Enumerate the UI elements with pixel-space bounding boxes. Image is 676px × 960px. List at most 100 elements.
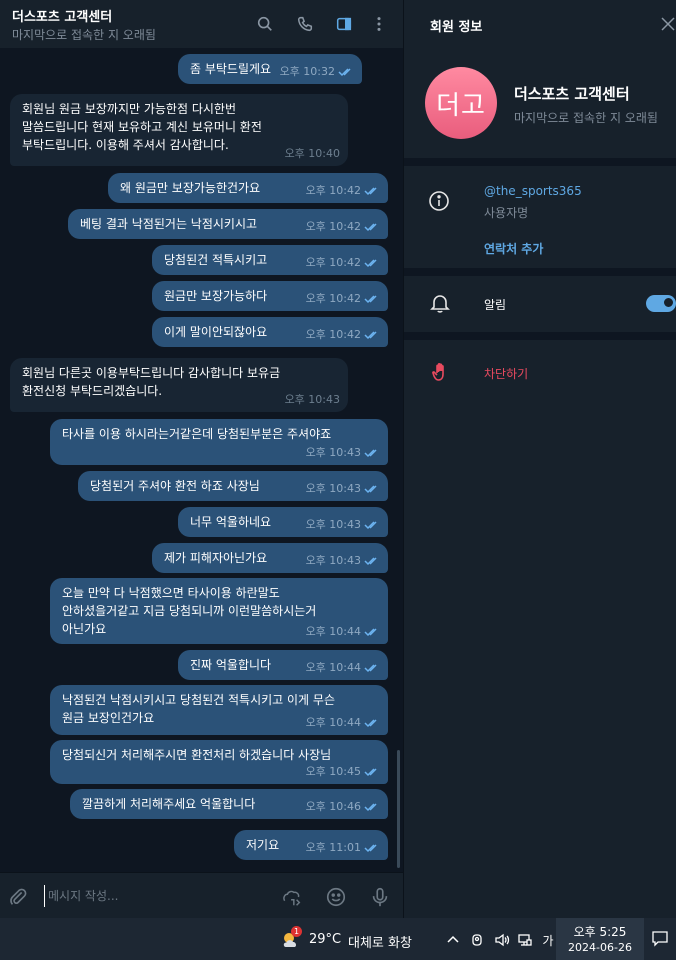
emoji-icon[interactable] — [324, 885, 348, 909]
message-out[interactable]: 제가 피해자아닌가요 오후 10:43 — [152, 543, 388, 573]
ime-indicator[interactable]: 가 — [540, 930, 556, 950]
message-time: 오후 11:01 — [305, 841, 361, 854]
read-checks-icon — [364, 803, 377, 812]
message-meta: 오후 10:32 — [280, 63, 354, 81]
bot-commands-icon[interactable] — [280, 885, 304, 909]
divider — [404, 332, 676, 340]
read-checks-icon — [338, 68, 351, 77]
message-meta: 오후 10:43 — [306, 444, 380, 462]
block-user-button[interactable]: 차단하기 — [484, 365, 528, 382]
message-meta: 오후 10:42 — [306, 326, 380, 344]
read-checks-icon — [364, 557, 377, 566]
message-in[interactable]: 회원님 원금 보장까지만 가능한점 다시한번 말씀드립니다 현재 보유하고 계신… — [10, 94, 348, 166]
message-time: 오후 10:44 — [305, 625, 361, 638]
message-meta: 오후 10:42 — [306, 218, 380, 236]
read-checks-icon — [364, 485, 377, 494]
meet-now-icon[interactable] — [468, 930, 486, 950]
message-time: 오후 10:44 — [305, 661, 361, 674]
read-checks-icon — [364, 844, 377, 853]
username-link[interactable]: @the_sports365 — [484, 184, 582, 198]
message-meta: 오후 10:45 — [306, 763, 380, 781]
sidebar-toggle-icon[interactable] — [334, 14, 354, 34]
message-out[interactable]: 당첨된건 적특시키고 오후 10:42 — [152, 245, 388, 275]
message-meta: 오후 10:46 — [306, 798, 380, 816]
chat-title[interactable]: 더스포츠 고객센터 — [12, 6, 112, 25]
message-out[interactable]: 당첨된거 주셔야 환전 하죠 사장님 오후 10:43 — [78, 471, 388, 501]
message-time: 오후 10:43 — [305, 482, 361, 495]
weather-description[interactable]: 대체로 화창 — [348, 932, 412, 951]
message-text: 타사를 이용 하시라는거같은데 당첨된부분은 주셔야죠 — [62, 427, 332, 441]
profile-name: 더스포츠 고객센터 — [514, 85, 630, 103]
message-input[interactable] — [44, 885, 264, 907]
message-time: 오후 10:43 — [284, 393, 340, 406]
message-time: 오후 10:42 — [305, 292, 361, 305]
read-checks-icon — [364, 223, 377, 232]
block-hand-icon — [432, 362, 444, 381]
microphone-icon[interactable] — [368, 885, 392, 909]
message-meta: 오후 10:44 — [306, 714, 380, 732]
message-meta: 오후 10:43 — [306, 480, 380, 498]
message-out[interactable]: 왜 원금만 보장가능한건가요 오후 10:42 — [108, 173, 388, 203]
message-composer — [0, 872, 403, 918]
message-out[interactable]: 낙점된건 낙점시키시고 당첨된건 적특시키고 이게 무슨 원금 보장인건가요 오… — [50, 685, 388, 735]
chevron-up-icon[interactable] — [445, 930, 461, 950]
message-meta: 오후 11:01 — [306, 839, 380, 857]
add-contact-button[interactable]: 연락처 추가 — [484, 240, 543, 257]
message-scrollbar[interactable] — [397, 750, 400, 868]
message-time: 오후 10:42 — [305, 328, 361, 341]
message-time: 오후 10:42 — [305, 220, 361, 233]
message-text: 당첨되신거 처리해주시면 환전처리 하겠습니다 사장님 — [62, 748, 332, 762]
weather-temperature[interactable]: 29°C — [309, 932, 341, 947]
message-meta: 오후 10:43 — [306, 552, 380, 570]
message-out[interactable]: 베팅 결과 낙점된거는 낙점시키시고 오후 10:42 — [68, 209, 388, 239]
volume-icon[interactable] — [492, 930, 512, 950]
message-out[interactable]: 진짜 억울합니다 오후 10:44 — [178, 650, 388, 680]
read-checks-icon — [364, 628, 377, 637]
message-out[interactable]: 오늘 만약 다 낙점했으면 타사이용 하란말도 안하셨을거같고 지금 당첨되니까… — [50, 578, 388, 644]
message-list[interactable]: 좀 부탁드릴게요 오후 10:32 회원님 원금 보장까지만 가능한점 다시한번… — [0, 48, 403, 872]
notifications-label: 알림 — [484, 298, 507, 312]
read-checks-icon — [364, 719, 377, 728]
profile-info-pane: 회원 정보 더고 더스포츠 고객센터 마지막으로 접속한 지 오래됨 @the_… — [403, 0, 676, 918]
avatar[interactable]: 더고 — [425, 67, 497, 139]
read-checks-icon — [364, 187, 377, 196]
message-in[interactable]: 회원님 다른곳 이용부탁드립니다 감사합니다 보유금 환전신청 부탁드리겠습니다… — [10, 358, 348, 412]
read-checks-icon — [364, 331, 377, 340]
message-out[interactable]: 타사를 이용 하시라는거같은데 당첨된부분은 주셔야죠 오후 10:43 — [50, 419, 388, 465]
read-checks-icon — [364, 664, 377, 673]
message-out[interactable]: 좀 부탁드릴게요 오후 10:32 — [178, 54, 362, 84]
message-out[interactable]: 원금만 보장가능하다 오후 10:42 — [152, 281, 388, 311]
more-options-icon[interactable] — [369, 14, 389, 34]
message-out[interactable]: 당첨되신거 처리해주시면 환전처리 하겠습니다 사장님 오후 10:45 — [50, 740, 388, 784]
message-time: 오후 10:42 — [305, 256, 361, 269]
info-icon — [429, 191, 449, 211]
message-time: 오후 10:40 — [284, 147, 340, 160]
attach-icon[interactable] — [6, 885, 30, 909]
phone-icon[interactable] — [295, 14, 315, 34]
taskbar-clock[interactable]: 오후 5:25 2024-06-26 — [556, 918, 644, 960]
notifications-toggle[interactable] — [646, 295, 676, 312]
message-meta: 오후 10:42 — [306, 254, 380, 272]
divider — [404, 158, 676, 166]
message-out[interactable]: 저기요 오후 11:01 — [234, 830, 388, 860]
chat-status: 마지막으로 접속한 지 오래됨 — [12, 28, 156, 42]
search-icon[interactable] — [255, 14, 275, 34]
message-out[interactable]: 너무 억울하네요 오후 10:43 — [178, 507, 388, 537]
network-icon[interactable] — [516, 930, 534, 950]
weather-notification-badge: 1 — [291, 926, 302, 937]
chat-pane: 더스포츠 고객센터 마지막으로 접속한 지 오래됨 좀 부탁드릴게요 오후 10… — [0, 0, 403, 918]
read-checks-icon — [364, 768, 377, 777]
message-meta: 오후 10:44 — [306, 623, 380, 641]
message-meta: 오후 10:42 — [306, 290, 380, 308]
close-icon[interactable] — [660, 16, 676, 32]
clock-date: 2024-06-26 — [568, 941, 632, 954]
message-out[interactable]: 깔끔하게 처리해주세요 억울합니다 오후 10:46 — [70, 789, 388, 819]
message-meta: 오후 10:40 — [285, 145, 340, 163]
chat-header[interactable]: 더스포츠 고객센터 마지막으로 접속한 지 오래됨 — [0, 0, 403, 48]
message-out[interactable]: 이게 말이안되잖아요 오후 10:42 — [152, 317, 388, 347]
bell-icon — [430, 295, 450, 313]
divider — [404, 268, 676, 276]
message-time: 오후 10:43 — [305, 446, 361, 459]
message-meta: 오후 10:43 — [285, 391, 340, 409]
notification-center-icon[interactable] — [651, 929, 669, 947]
